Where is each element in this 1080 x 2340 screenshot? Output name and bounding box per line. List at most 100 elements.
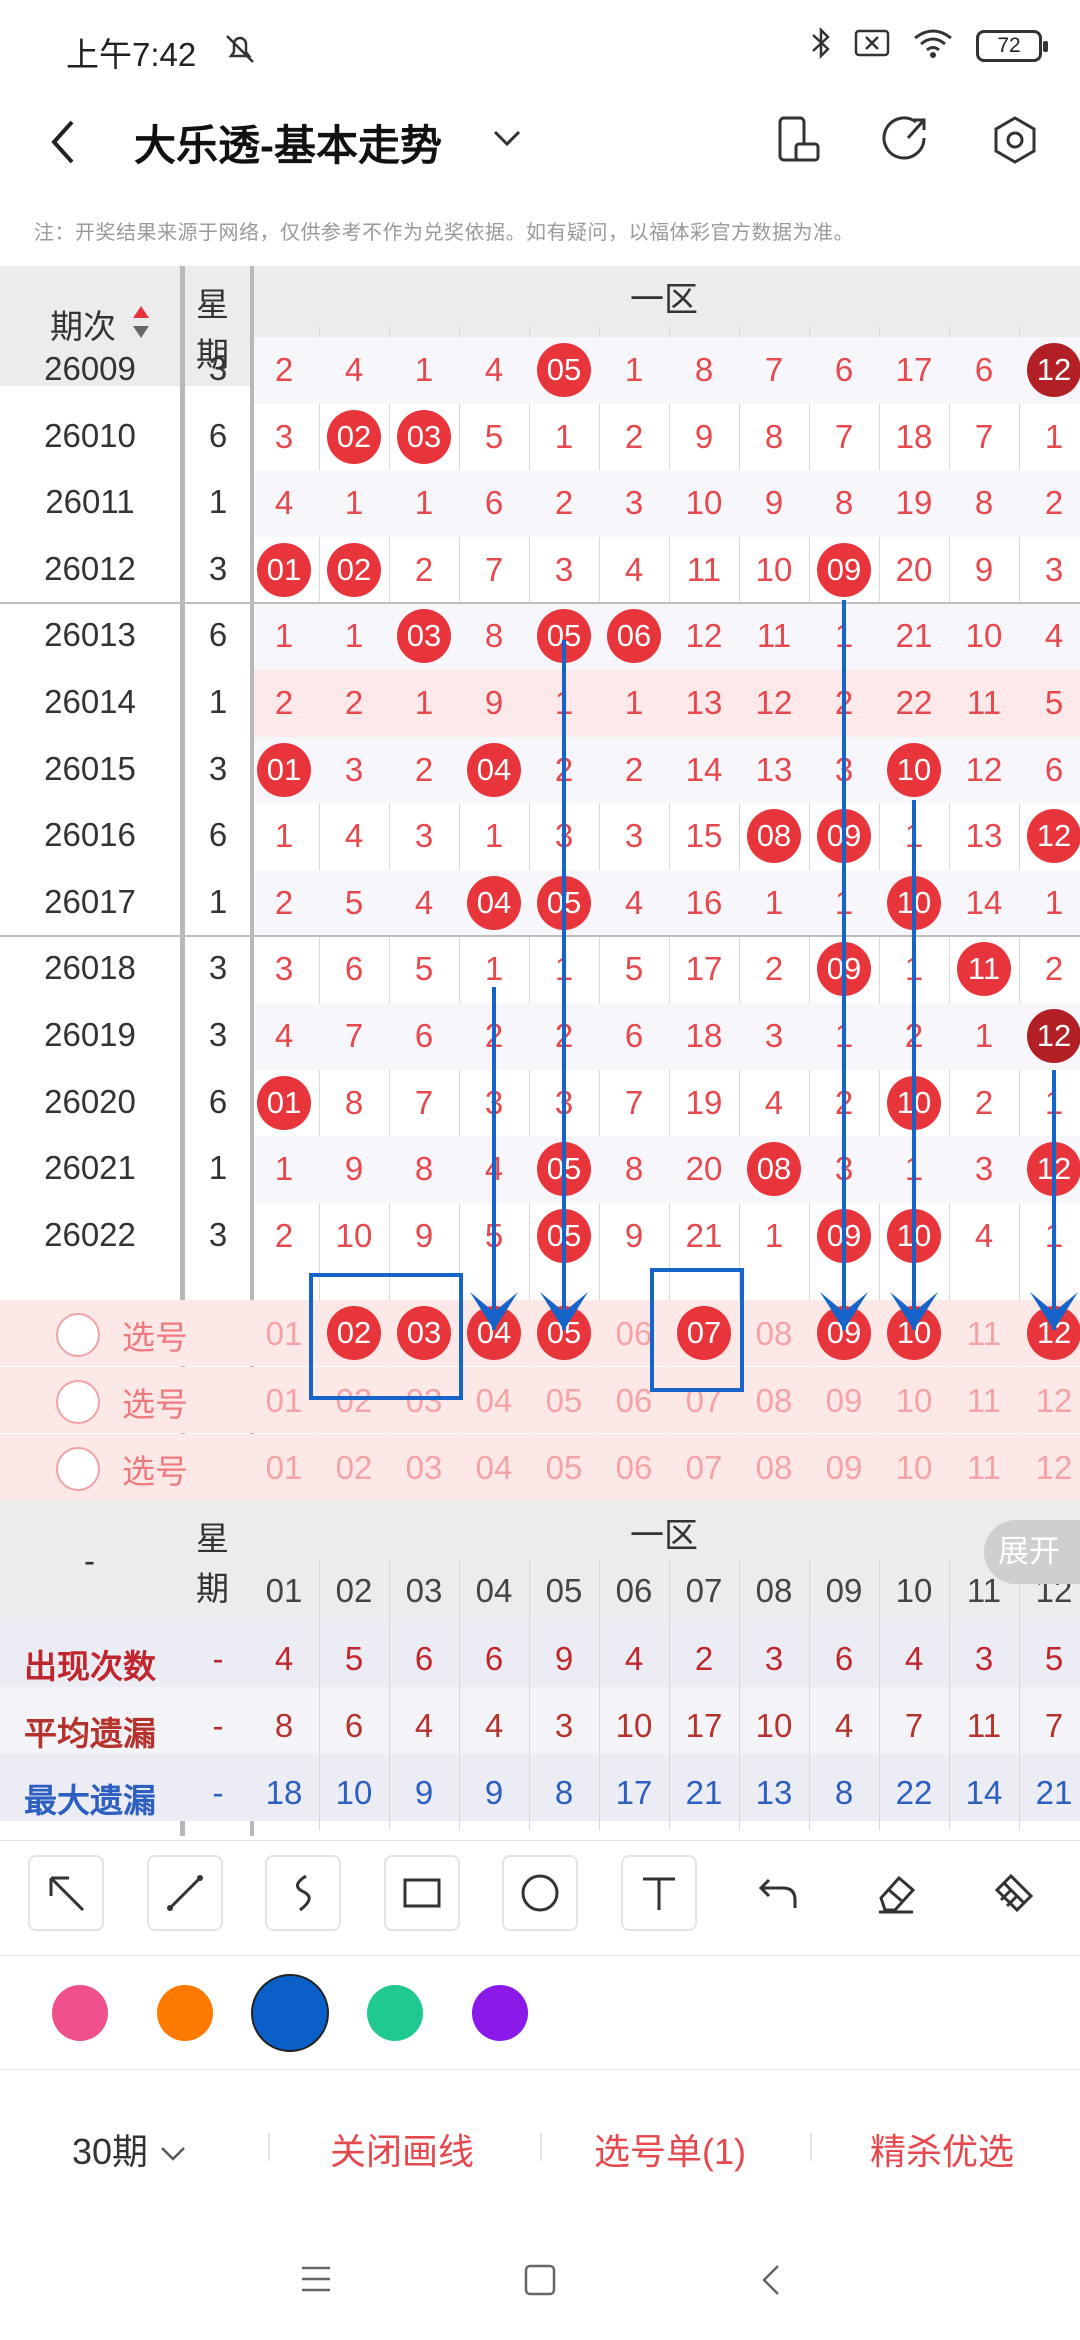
radio-button[interactable] [56,1380,100,1424]
close-drawing-button[interactable]: 关闭画线 [330,2123,474,2175]
select-row-label[interactable]: 选号 [56,1445,188,1493]
miss-cell: 1 [624,684,644,721]
select-number[interactable]: 04 [459,1382,529,1420]
menu-icon[interactable] [298,2262,334,2301]
miss-cell: 19 [685,1083,723,1121]
select-number[interactable]: 08 [739,1449,809,1487]
select-number[interactable]: 11 [949,1449,1019,1487]
select-number[interactable]: 09 [809,1449,879,1487]
back-arrow-icon[interactable] [44,114,84,175]
miss-cell: 8 [484,617,504,655]
settings-hexagon-icon[interactable] [990,114,1040,171]
miss-cell: 5 [484,417,504,455]
select-number[interactable]: 11 [949,1382,1019,1420]
text-tool-icon[interactable] [621,1855,697,1931]
kill-select-button[interactable]: 精杀优选 [870,2123,1014,2175]
color-swatch[interactable] [472,1985,528,2041]
radio-button[interactable] [56,1447,100,1491]
eraser-icon[interactable] [858,1855,934,1931]
select-number[interactable]: 07 [669,1382,739,1420]
selected-color-swatch[interactable] [251,1974,329,2052]
select-number[interactable]: 06 [599,1449,669,1487]
miss-cell: 1 [274,817,294,855]
screen-rotate-icon[interactable] [774,114,822,171]
select-number[interactable]: 08 [739,1382,809,1420]
share-icon[interactable] [880,114,930,171]
miss-cell: 6 [1044,750,1064,788]
hit-ball: 02 [327,542,381,597]
stats-number-header: 03 [405,1572,443,1609]
arrow-tool-icon[interactable] [28,1855,104,1931]
page-title[interactable]: 大乐透-基本走势 [134,112,442,173]
sort-icon[interactable] [130,302,152,347]
week-cell: 3 [208,1215,228,1253]
selected-ball[interactable]: 10 [887,1306,941,1360]
select-number[interactable]: 04 [459,1449,529,1487]
color-swatch[interactable] [52,1985,108,2041]
undo-icon[interactable] [740,1855,816,1931]
select-number[interactable]: 07 [669,1449,739,1487]
select-number[interactable]: 06 [599,1315,669,1353]
pick-list-button[interactable]: 选号单(1) [594,2123,746,2175]
select-number[interactable]: 09 [809,1382,879,1420]
select-number[interactable]: 10 [879,1382,949,1420]
select-number[interactable]: 12 [1019,1382,1080,1420]
period-selector[interactable]: 30期 [72,2123,188,2175]
miss-cell: 1 [834,617,854,655]
stats-value: 9 [554,1640,574,1677]
miss-cell: 21 [685,1216,723,1254]
chevron-down-icon[interactable] [490,126,524,155]
stats-value: 8 [274,1707,294,1744]
week-cell: 3 [208,350,228,387]
curve-tool-icon[interactable] [265,1855,341,1931]
miss-cell: 6 [834,351,854,388]
select-number[interactable]: 06 [599,1382,669,1420]
selected-ball[interactable]: 07 [677,1306,731,1360]
select-number[interactable]: 08 [739,1315,809,1353]
select-number[interactable]: 03 [389,1382,459,1420]
radio-button[interactable] [56,1313,100,1357]
select-row-label[interactable]: 选号 [56,1311,188,1359]
select-number[interactable]: 03 [389,1449,459,1487]
miss-cell: 9 [344,1150,364,1188]
select-label: 选号 [122,1386,188,1423]
select-number[interactable]: 05 [529,1382,599,1420]
clear-brush-icon[interactable] [976,1855,1052,1931]
expand-button[interactable]: 展开 [984,1520,1080,1584]
selected-ball[interactable]: 05 [537,1306,591,1360]
circle-tool-icon[interactable] [502,1855,578,1931]
line-tool-icon[interactable] [147,1855,223,1931]
miss-cell: 7 [414,1083,434,1121]
week-cell: 1 [208,683,228,720]
select-number[interactable]: 05 [529,1449,599,1487]
selected-ball[interactable]: 03 [397,1306,451,1360]
select-number[interactable]: 10 [879,1449,949,1487]
divider [810,2133,812,2161]
selected-ball[interactable]: 12 [1027,1306,1080,1360]
stats-column-line [319,1560,320,1830]
select-number[interactable]: 02 [319,1382,389,1420]
period-header[interactable]: 期次 [50,300,116,348]
miss-cell: 17 [685,950,723,988]
divider [268,2133,270,2161]
color-swatch[interactable] [367,1985,423,2041]
select-number[interactable]: 01 [249,1315,319,1353]
select-number[interactable]: 01 [249,1449,319,1487]
select-number[interactable]: 01 [249,1382,319,1420]
hit-ball: 05 [537,343,591,397]
select-number[interactable]: 02 [319,1449,389,1487]
select-number[interactable]: 11 [949,1315,1019,1353]
rectangle-tool-icon[interactable] [384,1855,460,1931]
selected-ball[interactable]: 04 [467,1306,521,1360]
color-swatch[interactable] [157,1985,213,2041]
back-icon[interactable] [756,2262,786,2303]
selected-ball[interactable]: 02 [327,1306,381,1360]
miss-cell: 5 [344,883,364,921]
selected-ball[interactable]: 09 [817,1306,871,1360]
select-number[interactable]: 12 [1019,1449,1080,1487]
hit-ball: 05 [537,1142,591,1197]
miss-cell: 12 [685,617,723,655]
home-icon[interactable] [522,2262,558,2303]
select-row-label[interactable]: 选号 [56,1378,188,1426]
hit-ball: 05 [537,609,591,664]
